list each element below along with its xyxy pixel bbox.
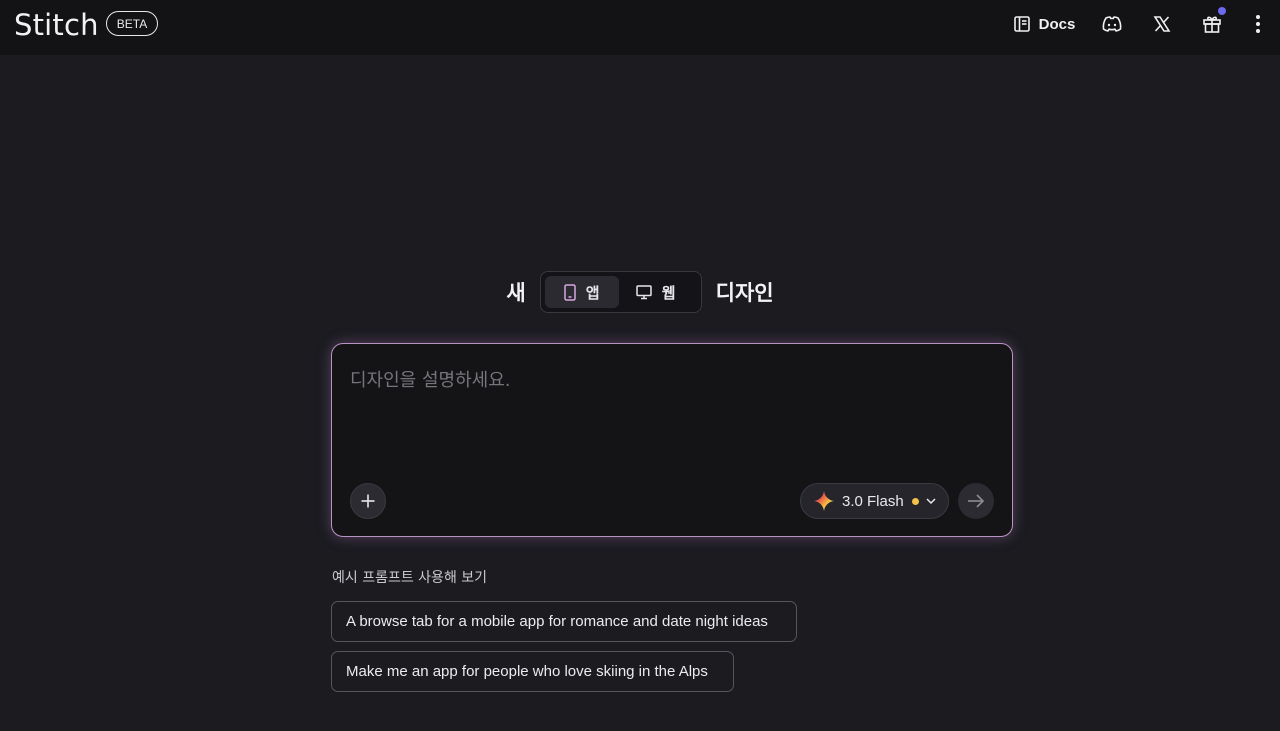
gemini-sparkle-icon — [814, 491, 834, 511]
heading-word-new: 새 — [506, 281, 526, 305]
add-attachment-button[interactable] — [350, 483, 386, 519]
discord-icon — [1102, 16, 1122, 32]
plus-icon — [361, 494, 375, 508]
gift-button[interactable] — [1200, 7, 1226, 36]
notification-dot — [1218, 7, 1226, 15]
example-prompt-chip[interactable]: A browse tab for a mobile app for romanc… — [331, 601, 797, 642]
model-selector[interactable]: 3.0 Flash — [800, 483, 949, 519]
more-vertical-icon — [1256, 15, 1260, 33]
mobile-icon — [564, 283, 576, 301]
segment-web-label: 웹 — [661, 283, 676, 302]
chevron-down-icon — [926, 498, 936, 505]
segment-app[interactable]: 앱 — [544, 276, 619, 308]
top-bar: Stitch BETA Docs — [0, 0, 1280, 55]
examples-title: 예시 프롬프트 사용해 보기 — [332, 570, 488, 586]
prompt-box: 3.0 Flash — [331, 343, 1013, 537]
more-menu-button[interactable] — [1250, 12, 1266, 36]
x-button[interactable] — [1150, 12, 1174, 36]
docs-link[interactable]: Docs — [1012, 12, 1076, 36]
arrow-right-icon — [968, 494, 985, 508]
send-button[interactable] — [958, 483, 994, 519]
new-design-heading: 새 앱 웹 디자인 — [0, 271, 1280, 313]
segment-web[interactable]: 웹 — [619, 276, 693, 308]
beta-badge: BETA — [106, 11, 158, 36]
x-logo-icon — [1153, 16, 1171, 32]
gift-icon — [1203, 16, 1221, 33]
example-prompt-chip[interactable]: Make me an app for people who love skiin… — [331, 651, 734, 692]
design-prompt-input[interactable] — [350, 366, 990, 466]
docs-icon — [1013, 16, 1030, 32]
model-status-dot — [911, 497, 919, 505]
model-label: 3.0 Flash — [842, 492, 904, 510]
platform-toggle: 앱 웹 — [539, 271, 702, 313]
heading-word-design: 디자인 — [715, 281, 774, 305]
discord-button[interactable] — [1100, 12, 1124, 36]
docs-label: Docs — [1038, 15, 1076, 33]
app-logo[interactable]: Stitch — [14, 8, 99, 42]
segment-app-label: 앱 — [585, 283, 600, 302]
desktop-icon — [636, 284, 652, 299]
